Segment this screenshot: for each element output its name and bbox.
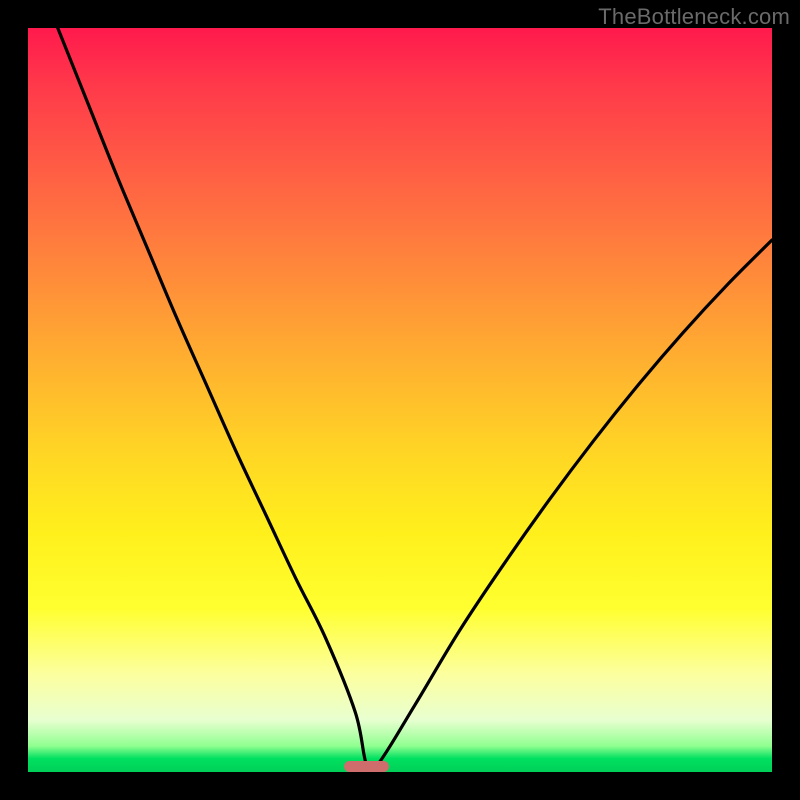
watermark-text: TheBottleneck.com: [598, 4, 790, 30]
optimal-range-marker: [344, 761, 389, 772]
chart-frame: TheBottleneck.com: [0, 0, 800, 800]
bottleneck-curve: [28, 28, 772, 772]
plot-area: [28, 28, 772, 772]
